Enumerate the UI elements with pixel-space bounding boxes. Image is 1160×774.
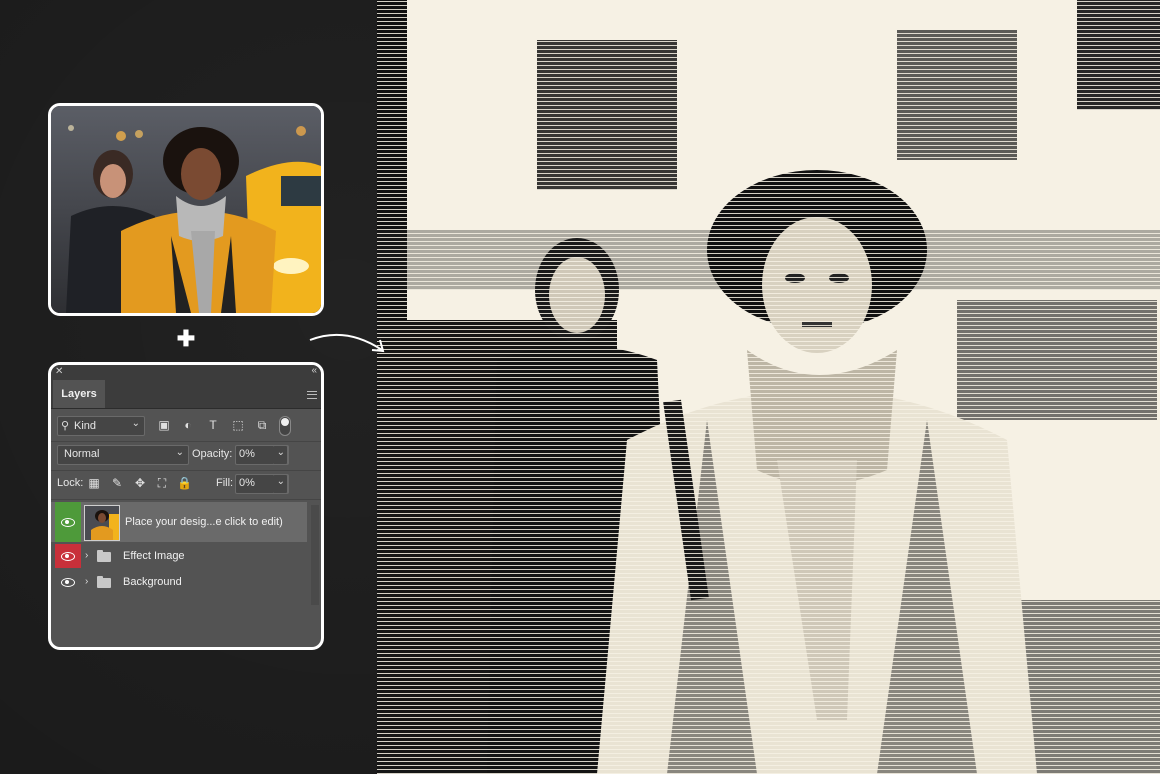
visibility-toggle[interactable] <box>55 544 81 568</box>
layer-name: Effect Image <box>123 550 185 562</box>
lock-paint-icon[interactable]: ✎ <box>110 476 124 490</box>
opacity-value: 0% <box>239 448 255 460</box>
blend-mode-select[interactable]: Normal ⌄ <box>57 445 189 465</box>
divider <box>51 499 321 500</box>
lock-move-icon[interactable]: ✥ <box>133 476 147 490</box>
blend-row: Normal ⌄ Opacity: 0% ⌄ <box>51 445 321 467</box>
effect-result-image <box>377 0 1160 774</box>
expand-caret-icon[interactable]: › <box>85 550 88 561</box>
scrollbar[interactable] <box>311 505 319 605</box>
filter-row: ⚲ Kind ⌄ ▣ ◐ T ⬚ ⧉ <box>51 414 321 438</box>
eye-icon <box>61 577 75 587</box>
collapse-icon[interactable]: « <box>311 365 317 376</box>
eye-icon <box>61 551 75 561</box>
fill-label: Fill: <box>216 477 234 489</box>
opacity-label: Opacity: <box>192 448 233 460</box>
plus-icon: ✚ <box>176 326 196 351</box>
source-photo <box>48 103 324 316</box>
visibility-toggle[interactable] <box>55 570 81 594</box>
expand-caret-icon[interactable]: › <box>85 576 88 587</box>
adjustment-filter-icon[interactable]: ◐ <box>181 418 195 432</box>
shape-filter-icon[interactable]: ⬚ <box>231 418 245 432</box>
blend-mode-value: Normal <box>64 448 100 460</box>
lock-row: Lock: ▦ ✎ ✥ ⛶ 🔒 Fill: 0% ⌄ <box>51 474 321 496</box>
panel-titlebar: ✕ « <box>51 365 321 380</box>
eye-icon <box>61 517 75 527</box>
image-filter-icon[interactable]: ▣ <box>157 418 171 432</box>
fill-value: 0% <box>239 477 255 489</box>
type-filter-icon[interactable]: T <box>206 418 220 432</box>
chevron-down-icon: ⌄ <box>131 418 140 429</box>
lock-label: Lock: <box>57 477 84 489</box>
opacity-dropdown[interactable]: ⌄ <box>273 445 288 465</box>
layer-thumbnail <box>84 505 120 541</box>
lock-artboard-icon[interactable]: ⛶ <box>155 476 169 490</box>
panel-menu-icon[interactable] <box>307 391 317 399</box>
arrow-icon <box>309 333 385 353</box>
filter-kind-label: Kind <box>74 420 97 432</box>
layer-name: Background <box>123 576 182 588</box>
chevron-down-icon: ⌄ <box>276 447 285 458</box>
fill-dropdown[interactable]: ⌄ <box>273 474 288 494</box>
search-icon: ⚲ <box>61 420 70 432</box>
tab-layers[interactable]: Layers <box>53 380 105 408</box>
visibility-toggle[interactable] <box>55 502 81 542</box>
panel-tab-row: Layers <box>51 380 321 409</box>
folder-icon <box>97 576 111 588</box>
lock-all-icon[interactable]: 🔒 <box>177 476 192 490</box>
lock-pixels-icon[interactable]: ▦ <box>87 476 101 490</box>
layers-panel: ✕ « Layers ⚲ Kind ⌄ ▣ ◐ T ⬚ ⧉ Normal ⌄ O… <box>48 362 324 650</box>
divider <box>51 470 321 471</box>
divider <box>51 441 321 442</box>
chevron-down-icon: ⌄ <box>276 476 285 487</box>
layer-name: Place your desig...e click to edit) <box>125 516 283 528</box>
layer-row-design[interactable]: Place your desig...e click to edit) <box>51 502 307 542</box>
layer-row-effect-image[interactable]: › Effect Image <box>51 544 307 568</box>
folder-icon <box>97 550 111 562</box>
filter-toggle-icon[interactable] <box>279 416 291 436</box>
smart-object-filter-icon[interactable]: ⧉ <box>255 418 269 432</box>
filter-kind-select[interactable]: ⚲ Kind ⌄ <box>57 416 145 436</box>
layer-row-background[interactable]: › Background <box>51 570 307 594</box>
chevron-down-icon: ⌄ <box>175 447 184 458</box>
close-icon[interactable]: ✕ <box>55 366 63 377</box>
